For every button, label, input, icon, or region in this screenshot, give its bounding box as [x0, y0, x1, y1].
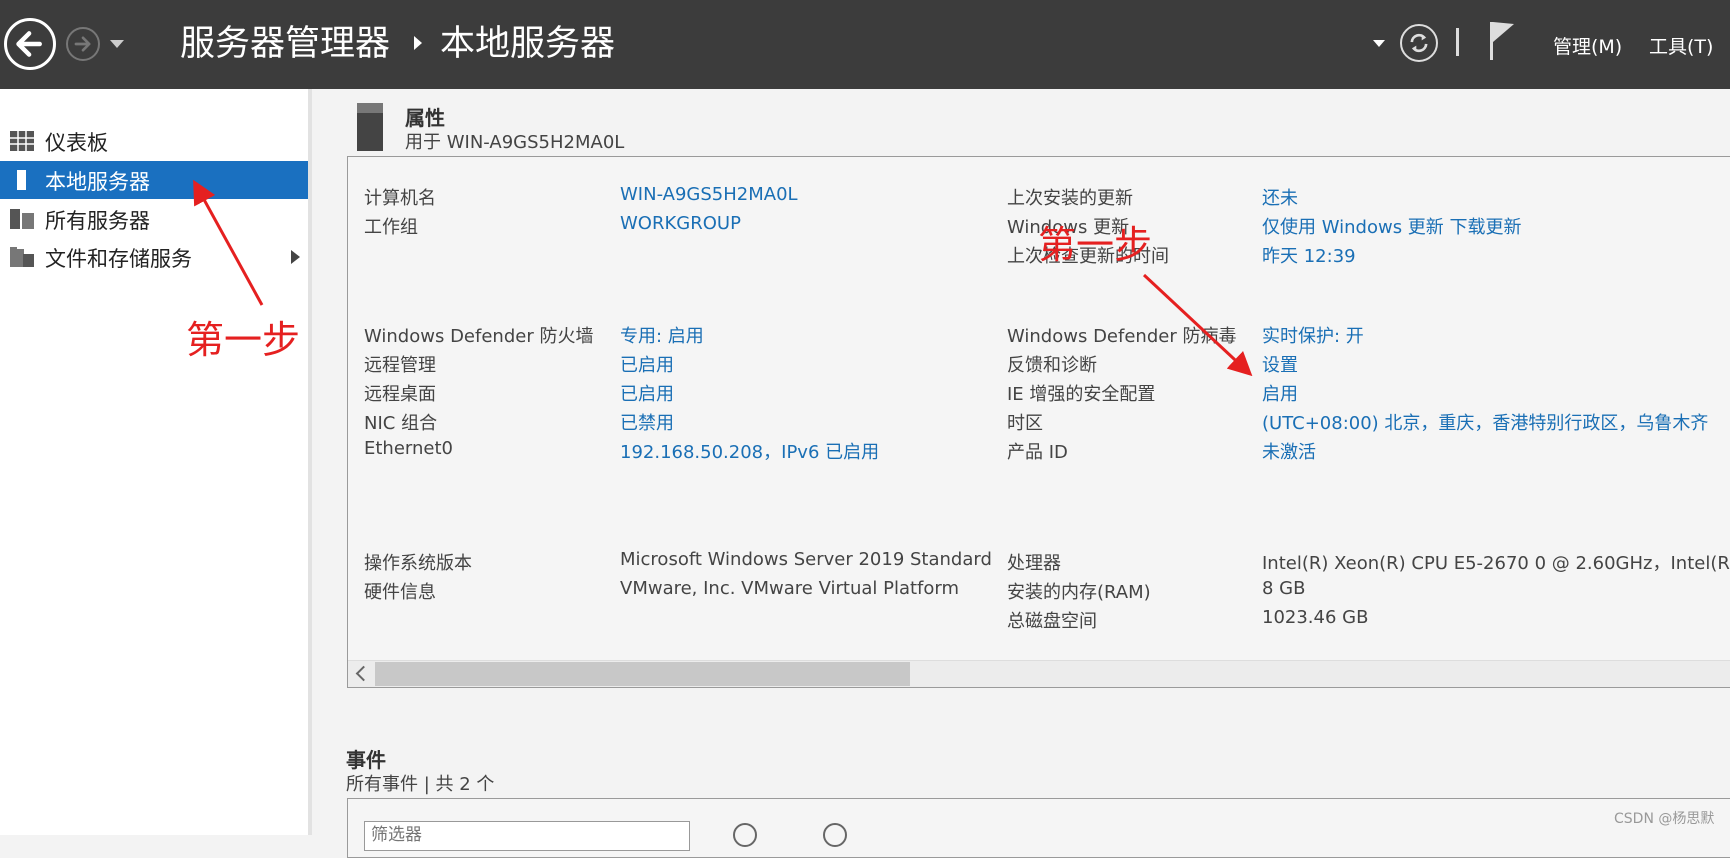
ie-security-label: IE 增强的安全配置	[1007, 384, 1156, 405]
dashboard-icon	[10, 131, 34, 151]
os-version-value: Microsoft Windows Server 2019 Standard	[620, 549, 992, 570]
events-title: 事件	[346, 748, 386, 772]
antivirus-label: Windows Defender 防病毒	[1007, 326, 1237, 347]
events-panel	[347, 798, 1730, 858]
scroll-left-icon[interactable]	[355, 665, 372, 682]
firewall-label: Windows Defender 防火墙	[364, 326, 594, 347]
sidebar-item-dashboard[interactable]: 仪表板	[0, 122, 308, 160]
server-icon	[17, 170, 26, 190]
refresh-icon	[1410, 33, 1428, 53]
workgroup-label: 工作组	[364, 217, 418, 238]
remote-desktop-link[interactable]: 已启用	[620, 380, 674, 406]
disk-value: 1023.46 GB	[1262, 607, 1369, 628]
sidebar-item-label: 本地服务器	[45, 170, 150, 194]
content-divider	[308, 89, 312, 835]
last-check-link[interactable]: 昨天 12:39	[1262, 242, 1356, 268]
os-version-label: 操作系统版本	[364, 553, 472, 574]
nic-teaming-link[interactable]: 已禁用	[620, 409, 674, 435]
product-id-label: 产品 ID	[1007, 442, 1068, 463]
back-button[interactable]	[4, 18, 56, 70]
history-dropdown-icon[interactable]	[110, 40, 124, 48]
hardware-label: 硬件信息	[364, 582, 436, 603]
remote-management-link[interactable]: 已启用	[620, 351, 674, 377]
ethernet-link[interactable]: 192.168.50.208，IPv6 已启用	[620, 438, 879, 464]
sidebar-item-all-servers[interactable]: 所有服务器	[0, 200, 308, 238]
filter-options-icon[interactable]	[733, 823, 757, 847]
title-bar: 服务器管理器 本地服务器 管理(M) 工具(T)	[0, 0, 1730, 89]
timezone-label: 时区	[1007, 413, 1043, 434]
sidebar-item-file-storage[interactable]: 文件和存储服务	[0, 238, 308, 276]
back-arrow-icon	[16, 31, 42, 57]
step1-sidebar-annotation: 第一步	[186, 318, 301, 362]
forward-arrow-icon	[74, 36, 91, 52]
forward-button[interactable]	[66, 27, 100, 61]
feedback-link[interactable]: 设置	[1262, 351, 1298, 377]
page-title: 本地服务器	[440, 24, 616, 64]
horizontal-scrollbar[interactable]	[348, 660, 1730, 687]
properties-subtitle: 用于 WIN-A9GS5H2MA0L	[405, 132, 625, 153]
hardware-value: VMware, Inc. VMware Virtual Platform	[620, 578, 960, 599]
disk-label: 总磁盘空间	[1007, 611, 1097, 632]
ram-label: 安装的内存(RAM)	[1007, 582, 1151, 603]
feedback-label: 反馈和诊断	[1007, 355, 1097, 376]
computer-name-link[interactable]: WIN-A9GS5H2MA0L	[620, 184, 798, 205]
remote-management-label: 远程管理	[364, 355, 436, 376]
filter-box[interactable]	[364, 821, 690, 851]
processor-value: Intel(R) Xeon(R) CPU E5-2670 0 @ 2.60GHz…	[1262, 553, 1730, 574]
windows-update-link[interactable]: 仅使用 Windows 更新 下载更新	[1262, 213, 1522, 239]
scrollbar-thumb[interactable]	[375, 662, 910, 686]
processor-label: 处理器	[1007, 553, 1061, 574]
sidebar-item-local-server[interactable]: 本地服务器	[0, 161, 308, 199]
refresh-button[interactable]	[1400, 24, 1438, 62]
nic-teaming-label: NIC 组合	[364, 413, 438, 434]
product-id-link[interactable]: 未激活	[1262, 438, 1316, 464]
step1-panel-annotation: 第一步	[1038, 223, 1153, 267]
last-update-label: 上次安装的更新	[1007, 188, 1133, 209]
ie-security-link[interactable]: 启用	[1262, 380, 1298, 406]
file-storage-icon	[10, 247, 34, 267]
remote-desktop-label: 远程桌面	[364, 384, 436, 405]
antivirus-link[interactable]: 实时保护: 开	[1262, 322, 1364, 348]
workgroup-link[interactable]: WORKGROUP	[620, 213, 741, 234]
timezone-link[interactable]: (UTC+08:00) 北京，重庆，香港特别行政区，乌鲁木齐	[1262, 409, 1708, 435]
firewall-link[interactable]: 专用: 启用	[620, 322, 704, 348]
tools-menu[interactable]: 工具(T)	[1649, 32, 1713, 59]
expand-arrow-icon[interactable]	[291, 250, 300, 264]
breadcrumb-separator-icon	[414, 36, 422, 50]
sidebar: 仪表板 本地服务器 所有服务器 文件和存储服务	[0, 89, 309, 835]
sidebar-item-label: 文件和存储服务	[45, 247, 192, 271]
breadcrumb-root[interactable]: 服务器管理器	[180, 20, 390, 68]
manage-menu[interactable]: 管理(M)	[1553, 32, 1622, 59]
filter-settings-icon[interactable]	[823, 823, 847, 847]
ram-value: 8 GB	[1262, 578, 1306, 599]
properties-title: 属性	[405, 106, 445, 130]
last-update-link[interactable]: 还未	[1262, 184, 1298, 210]
toolbar-divider	[1456, 28, 1459, 56]
sidebar-item-label: 所有服务器	[45, 209, 150, 233]
notification-flag-icon[interactable]	[1488, 20, 1516, 62]
sidebar-item-label: 仪表板	[45, 131, 108, 155]
watermark: CSDN @杨思默	[1614, 811, 1715, 827]
notifications-dropdown-icon[interactable]	[1373, 40, 1385, 47]
events-subtitle: 所有事件 | 共 2 个	[346, 774, 495, 795]
ethernet-label: Ethernet0	[364, 438, 453, 459]
servers-icon	[10, 209, 34, 229]
computer-name-label: 计算机名	[364, 188, 436, 209]
filter-input[interactable]	[365, 822, 657, 848]
properties-server-icon	[357, 103, 383, 151]
